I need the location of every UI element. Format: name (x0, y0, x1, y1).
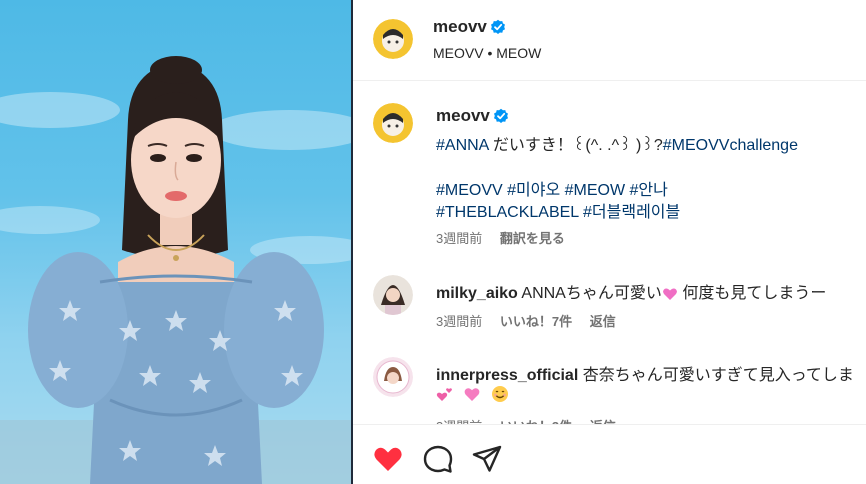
milky-aiko-avatar[interactable] (373, 275, 413, 315)
hashtag-anna[interactable]: #ANNA (436, 137, 488, 154)
post-media[interactable] (0, 0, 351, 484)
meovv-avatar[interactable] (373, 19, 413, 59)
post-photo (0, 56, 351, 484)
comment-2: innerpress_official 杏奈ちゃん可愛いすぎて見入ってしま (436, 361, 854, 385)
smiling-face-icon (491, 386, 508, 402)
comment-1-username[interactable]: milky_aiko (436, 285, 518, 302)
action-bar (353, 424, 866, 484)
translate-link[interactable]: 翻訳を見る (500, 231, 565, 246)
hashtag-meovvchallenge[interactable]: #MEOVVchallenge (663, 137, 798, 154)
two-hearts-icon (436, 388, 452, 401)
comment-2-username[interactable]: innerpress_official (436, 367, 578, 384)
caption-line-1: #ANNA だいすき！꒰(^. .^꒱ )꒱?#MEOVVchallenge (436, 131, 798, 155)
comment-1-reply-button[interactable]: 返信 (590, 314, 616, 329)
like-heart-icon[interactable] (372, 443, 404, 475)
innerpress-official-avatar[interactable] (373, 357, 413, 397)
comment-1-meta: 3週間前 いいね！7件 返信 (436, 311, 616, 330)
caption-text: だいすき！꒰(^. .^꒱ )꒱? (488, 137, 663, 154)
post-details-panel: meovv MEOVV • MEOW meovv #ANNA だいすき！꒰(^.… (353, 0, 866, 484)
comment-2-emojis (436, 385, 509, 403)
sparkling-heart-icon (662, 288, 677, 300)
pink-heart-icon (465, 388, 480, 401)
comment-1-text-end: 何度も見てしまうー (682, 285, 827, 302)
caption-username[interactable]: meovv (436, 106, 490, 126)
comment-1-timestamp: 3週間前 (436, 314, 483, 329)
verified-badge-icon (491, 19, 505, 34)
comment-icon[interactable] (422, 443, 454, 475)
comment-1: milky_aiko ANNAちゃん可愛い 何度も見てしまうー (436, 279, 826, 303)
caption-hashtags-line-2[interactable]: #MEOVV #미야오 #MEOW #안나 (436, 176, 668, 200)
share-icon[interactable] (471, 443, 503, 475)
header-subtitle: MEOVV • MEOW (433, 45, 542, 61)
header-username[interactable]: meovv (433, 17, 487, 37)
caption-avatar[interactable] (373, 103, 413, 143)
verified-badge-icon (494, 108, 508, 123)
comment-1-text-start: ANNAちゃん可愛い (521, 285, 662, 302)
comment-1-likes[interactable]: いいね！7件 (500, 314, 572, 329)
caption-meta: 3週間前 翻訳を見る (436, 228, 565, 247)
post-header: meovv MEOVV • MEOW (353, 0, 866, 81)
comment-2-text: 杏奈ちゃん可愛いすぎて見入ってしま (582, 367, 854, 384)
caption-hashtags-line-3[interactable]: #THEBLACKLABEL #더블랙레이블 (436, 198, 680, 222)
caption-timestamp: 3週間前 (436, 231, 483, 246)
